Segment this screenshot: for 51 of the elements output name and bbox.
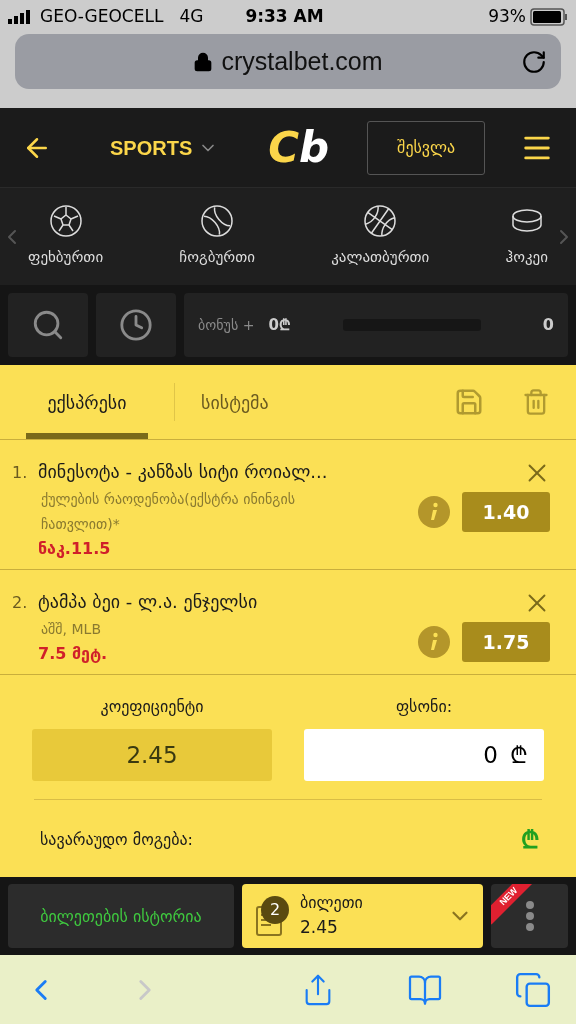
bonus-amount: 0₾ bbox=[268, 314, 291, 336]
potential-win-value: ₾ bbox=[521, 825, 540, 856]
betslip-tab[interactable]: სისტემა bbox=[201, 365, 269, 439]
match-title: ტამპა ბეი - ლ.ა. ენჯელსი bbox=[38, 590, 259, 614]
page-url: crystalbet.com bbox=[221, 45, 383, 77]
battery-icon bbox=[530, 8, 568, 26]
save-icon[interactable] bbox=[454, 387, 484, 417]
stake-label: ფსონი: bbox=[395, 696, 453, 718]
sport-tab[interactable]: კალათბურთი bbox=[331, 204, 430, 269]
more-icon bbox=[525, 901, 534, 931]
logo[interactable]: Cb bbox=[268, 126, 330, 169]
bet-number: 1. bbox=[12, 462, 29, 484]
ticket-button[interactable]: 2 ბილეთი 2.45 bbox=[242, 884, 483, 948]
search-icon bbox=[31, 308, 65, 342]
address-bar[interactable]: crystalbet.com bbox=[15, 34, 561, 89]
bet-number: 2. bbox=[12, 592, 29, 614]
bonus-label: ბონუს + bbox=[198, 315, 255, 335]
potential-win-label: სავარაუდო მოგება: bbox=[40, 829, 193, 851]
carrier-name: GEO-GEOCELL bbox=[40, 5, 164, 29]
sport-tab[interactable]: ფეხბურთი bbox=[28, 204, 104, 269]
battery-percent: 93% bbox=[488, 5, 526, 29]
lock-icon bbox=[193, 51, 214, 72]
info-icon[interactable] bbox=[418, 626, 450, 658]
match-title: მინესოტა - კანზას სიტი როიალ... bbox=[38, 460, 329, 484]
stake-field[interactable]: 0 ₾ bbox=[304, 729, 544, 781]
market-name: აშშ, MLB bbox=[40, 620, 102, 639]
search-button[interactable] bbox=[8, 293, 88, 357]
clock-time: 9:33 AM bbox=[245, 5, 324, 29]
soccer-ball-icon bbox=[48, 204, 83, 239]
basketball-icon bbox=[363, 204, 398, 239]
sport-tab[interactable]: ჰოკეი bbox=[505, 204, 548, 269]
ticket-count-badge: 2 bbox=[261, 896, 289, 924]
delete-icon[interactable] bbox=[522, 387, 550, 417]
ticket-history-button[interactable]: ბილეთების ისტორია bbox=[8, 884, 234, 948]
info-icon[interactable] bbox=[418, 496, 450, 528]
market-name: ქულების რაოდენობა(ექსტრა ინინგის ჩათვლით)* bbox=[40, 490, 296, 534]
history-button[interactable] bbox=[96, 293, 176, 357]
tennis-ball-icon bbox=[200, 204, 235, 239]
sports-dropdown[interactable]: SPORTS bbox=[110, 132, 219, 163]
selection-name: ნაკ.11.5 bbox=[38, 538, 112, 560]
coefficient-label: კოეფიციენტი bbox=[100, 696, 204, 718]
coefficient-value: 2.45 bbox=[32, 729, 272, 781]
sport-tab[interactable]: ჩოგბურთი bbox=[179, 204, 255, 269]
betslip-tab[interactable]: ექსპრესი bbox=[26, 365, 148, 439]
tabs-icon[interactable] bbox=[514, 970, 552, 1009]
selection-name: 7.5 მეტ. bbox=[38, 643, 109, 665]
clock-icon bbox=[119, 308, 153, 342]
login-button[interactable]: შესვლა bbox=[367, 120, 486, 175]
bonus-count: 0 bbox=[542, 314, 554, 336]
reload-icon[interactable] bbox=[521, 48, 547, 75]
network-type: 4G bbox=[179, 5, 204, 29]
